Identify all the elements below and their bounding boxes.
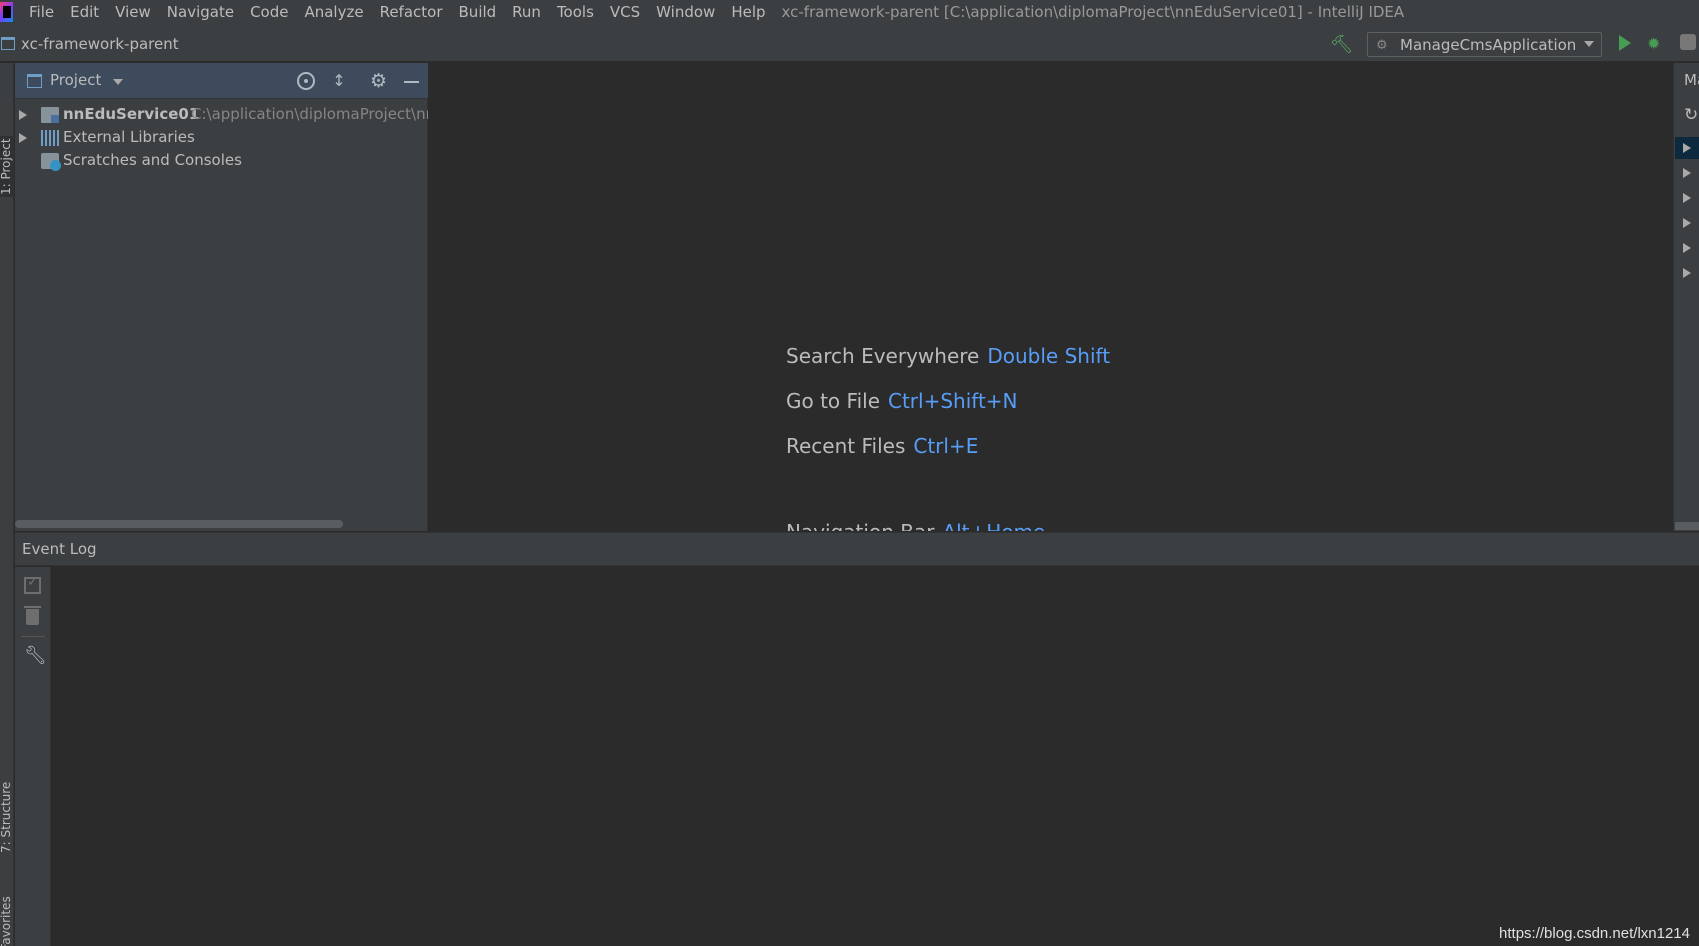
libraries-icon (41, 130, 59, 146)
hint-search-everywhere: Search Everywhere Double Shift (786, 344, 1110, 368)
hint-navigation-bar: Navigation Bar Alt+Home (786, 520, 1045, 531)
expand-arrow-icon[interactable] (1683, 243, 1691, 253)
hint-label: Navigation Bar (786, 520, 934, 531)
watermark: https://blog.csdn.net/lxn1214 (1499, 925, 1690, 942)
menu-help[interactable]: Help (731, 3, 765, 21)
tree-item-scratches[interactable]: Scratches and Consoles (15, 149, 428, 173)
project-icon (1, 37, 15, 50)
menu-vcs[interactable]: VCS (610, 3, 640, 21)
menu-run[interactable]: Run (512, 3, 541, 21)
wrench-icon[interactable]: 🔧︎ (24, 645, 47, 666)
debug-icon[interactable]: ✹ (1647, 34, 1660, 53)
tool-tab-structure[interactable]: 7: Structure (0, 782, 13, 853)
mark-all-read-icon[interactable] (24, 574, 41, 594)
editor-empty-area: Search Everywhere Double Shift Go to File… (429, 63, 1673, 531)
menu-bar: File Edit View Navigate Code Analyze Ref… (0, 0, 1699, 24)
expand-arrow-icon[interactable] (1683, 193, 1691, 203)
gear-icon[interactable]: ⚙ (370, 70, 387, 92)
menu-build[interactable]: Build (459, 3, 497, 21)
left-tool-strip: 1: Project 7: Structure 2: Favorites (0, 63, 14, 946)
run-configuration-label: ManageCmsApplication (1400, 36, 1577, 54)
tree-item-external-libraries[interactable]: External Libraries (15, 126, 428, 150)
tool-tab-project[interactable]: 1: Project (0, 136, 13, 197)
horizontal-scrollbar[interactable] (15, 520, 343, 528)
menu-refactor[interactable]: Refactor (380, 3, 443, 21)
event-log-title: Event Log (22, 540, 97, 558)
toolbar-separator (21, 636, 45, 637)
menu-edit[interactable]: Edit (70, 3, 99, 21)
hint-shortcut: Alt+Home (942, 520, 1045, 531)
refresh-icon[interactable]: ↻ (1684, 105, 1698, 125)
project-panel: Project ↕ ⚙ nnEduService01 C:\applicatio… (15, 63, 428, 531)
menu-code[interactable]: Code (250, 3, 288, 21)
tree-item-label: nnEduService01 (63, 105, 200, 123)
chevron-down-icon (1584, 41, 1594, 47)
menu-navigate[interactable]: Navigate (167, 3, 234, 21)
run-configuration-select[interactable]: ⚙ ManageCmsApplication (1367, 32, 1602, 57)
expand-arrow-icon[interactable] (1683, 218, 1691, 228)
expand-arrow-icon[interactable] (1683, 168, 1691, 178)
module-folder-icon (41, 107, 59, 123)
horizontal-scrollbar[interactable] (1675, 522, 1699, 530)
hint-label: Recent Files (786, 434, 906, 458)
navigation-bar: xc-framework-parent 🔨︎ ⚙ ManageCmsApplic… (0, 24, 1699, 62)
expand-arrow-icon[interactable] (1683, 143, 1691, 153)
chevron-down-icon[interactable] (113, 79, 123, 85)
scratches-icon (41, 153, 61, 171)
hint-go-to-file: Go to File Ctrl+Shift+N (786, 389, 1018, 413)
menu-view[interactable]: View (115, 3, 151, 21)
window-title: xc-framework-parent [C:\application\dipl… (781, 3, 1405, 21)
tool-tab-maven[interactable]: Ma (1684, 71, 1699, 89)
event-log-content: https://blog.csdn.net/lxn1214 (52, 567, 1699, 946)
breadcrumb-project[interactable]: xc-framework-parent (21, 35, 179, 53)
menu-tools[interactable]: Tools (557, 3, 594, 21)
hint-label: Search Everywhere (786, 344, 980, 368)
hint-recent-files: Recent Files Ctrl+E (786, 434, 978, 458)
run-icon[interactable] (1619, 35, 1631, 51)
coverage-icon[interactable] (1680, 34, 1696, 50)
collapse-all-icon[interactable]: ↕ (331, 72, 347, 90)
project-icon (27, 74, 42, 88)
hint-shortcut: Ctrl+Shift+N (888, 389, 1018, 413)
tree-item-path: C:\application\diplomaProject\nr (191, 105, 428, 123)
event-log-toolbar: 🔧︎ (15, 567, 51, 946)
menu-window[interactable]: Window (656, 3, 715, 21)
project-view-select[interactable]: Project (50, 71, 101, 89)
hint-shortcut: Double Shift (987, 344, 1111, 368)
expand-arrow-icon[interactable] (19, 110, 27, 120)
trash-icon[interactable] (24, 606, 41, 625)
hammer-icon[interactable]: 🔨︎ (1330, 34, 1353, 55)
tree-item-label: Scratches and Consoles (63, 151, 242, 169)
intellij-logo-icon (0, 2, 13, 22)
spring-boot-icon: ⚙ (1376, 38, 1388, 53)
project-panel-header: Project ↕ ⚙ (15, 63, 428, 99)
right-tool-strip: Ma ↻ (1673, 63, 1699, 531)
menu-analyze[interactable]: Analyze (304, 3, 363, 21)
tree-item-label: External Libraries (63, 128, 195, 146)
tree-item-module[interactable]: nnEduService01 C:\application\diplomaPro… (15, 103, 428, 127)
expand-arrow-icon[interactable] (1683, 268, 1691, 278)
hint-shortcut: Ctrl+E (913, 434, 979, 458)
minimize-icon[interactable] (404, 81, 419, 83)
tool-tab-favorites[interactable]: 2: Favorites (0, 896, 13, 946)
locate-icon[interactable] (297, 72, 315, 90)
hint-label: Go to File (786, 389, 880, 413)
event-log-header: Event Log (15, 532, 1699, 566)
expand-arrow-icon[interactable] (19, 133, 27, 143)
menu-file[interactable]: File (29, 3, 54, 21)
